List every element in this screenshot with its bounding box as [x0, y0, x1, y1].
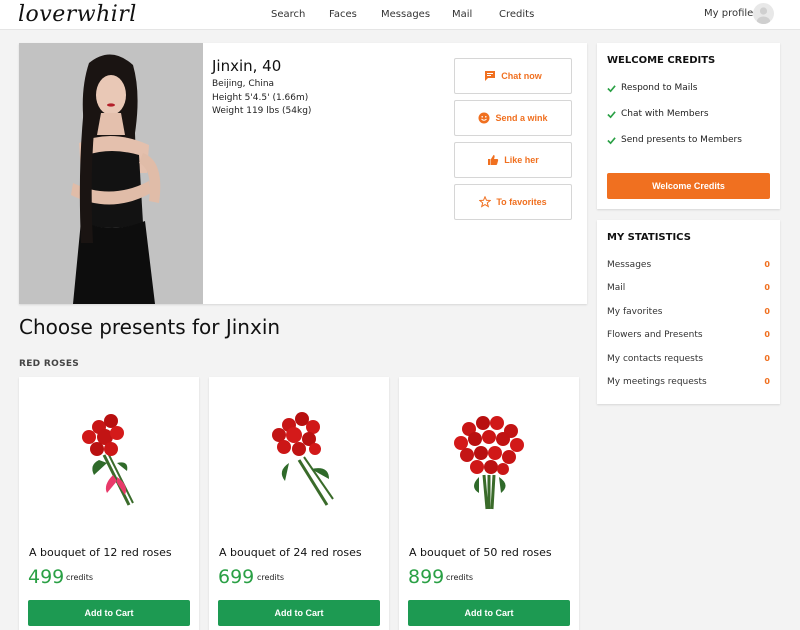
to-favorites-label: To favorites — [496, 197, 547, 207]
nav-messages[interactable]: Messages — [381, 9, 430, 20]
star-icon — [479, 196, 492, 208]
welcome-credits-title: WELCOME CREDITS — [607, 55, 716, 66]
rose-bouquet-image[interactable] — [439, 405, 539, 515]
add-to-cart-button[interactable]: Add to Cart — [28, 600, 190, 626]
check-icon — [607, 136, 616, 144]
stat-row-messages[interactable]: Messages 0 — [607, 260, 770, 270]
stat-label: My contacts requests — [607, 354, 704, 364]
welcome-credits-button[interactable]: Welcome Credits — [607, 173, 770, 199]
welcome-item: Respond to Mails — [607, 83, 697, 93]
to-favorites-button[interactable]: To favorites — [454, 184, 572, 220]
welcome-item-label: Chat with Members — [621, 109, 709, 119]
stat-row-meetings-requests[interactable]: My meetings requests 0 — [607, 377, 770, 387]
nav-credits[interactable]: Credits — [499, 9, 534, 20]
welcome-item: Chat with Members — [607, 109, 709, 119]
stat-value: 0 — [764, 377, 770, 386]
profile-card: Jinxin, 40 Beijing, China Height 5'4.5' … — [19, 43, 587, 304]
product-price: 699 — [218, 566, 255, 588]
stat-row-flowers-presents[interactable]: Flowers and Presents 0 — [607, 330, 770, 340]
stat-row-contacts-requests[interactable]: My contacts requests 0 — [607, 354, 770, 364]
stat-value: 0 — [764, 283, 770, 292]
thumbs-up-icon — [487, 154, 499, 166]
stat-label: Mail — [607, 283, 626, 293]
product-card: A bouquet of 12 red roses 499 credits Ad… — [19, 377, 199, 630]
my-profile-link[interactable]: My profile — [704, 8, 753, 19]
chat-now-label: Chat now — [501, 71, 542, 81]
profile-photo[interactable] — [19, 43, 203, 304]
product-title: A bouquet of 24 red roses — [219, 546, 362, 559]
stat-label: My meetings requests — [607, 377, 707, 387]
welcome-item-label: Respond to Mails — [621, 83, 698, 93]
profile-height: Height 5'4.5' (1.66m) — [212, 93, 309, 103]
check-icon — [607, 84, 616, 92]
add-to-cart-button[interactable]: Add to Cart — [408, 600, 570, 626]
rose-bouquet-image[interactable] — [59, 405, 159, 515]
chat-now-button[interactable]: Chat now — [454, 58, 572, 94]
site-logo[interactable]: loverwhirl — [18, 2, 137, 27]
stat-row-favorites[interactable]: My favorites 0 — [607, 307, 770, 317]
welcome-item: Send presents to Members — [607, 135, 742, 145]
product-title: A bouquet of 12 red roses — [29, 546, 172, 559]
stat-row-mail[interactable]: Mail 0 — [607, 283, 770, 293]
stat-label: Flowers and Presents — [607, 330, 703, 340]
add-to-cart-button[interactable]: Add to Cart — [218, 600, 380, 626]
nav-mail[interactable]: Mail — [452, 9, 472, 20]
welcome-item-label: Send presents to Members — [621, 135, 742, 145]
product-card: A bouquet of 24 red roses 699 credits Ad… — [209, 377, 389, 630]
rose-bouquet-image[interactable] — [249, 405, 349, 515]
send-wink-label: Send a wink — [495, 113, 548, 123]
my-statistics-title: MY STATISTICS — [607, 232, 691, 243]
smile-icon — [478, 112, 490, 124]
red-roses-section-label: RED ROSES — [19, 359, 80, 369]
welcome-credits-card: WELCOME CREDITS Respond to Mails Chat wi… — [597, 43, 780, 209]
nav-search[interactable]: Search — [271, 9, 305, 20]
credits-label: credits — [257, 573, 285, 582]
nav-faces[interactable]: Faces — [329, 9, 357, 20]
profile-name-age: Jinxin, 40 — [212, 57, 282, 75]
stat-value: 0 — [764, 260, 770, 269]
presents-heading: Choose presents for Jinxin — [19, 315, 281, 339]
stat-value: 0 — [764, 330, 770, 339]
stat-value: 0 — [764, 307, 770, 316]
profile-weight: Weight 119 lbs (54kg) — [212, 106, 312, 116]
stat-label: My favorites — [607, 307, 663, 317]
stat-label: Messages — [607, 260, 652, 270]
like-her-label: Like her — [504, 155, 539, 165]
product-card: A bouquet of 50 red roses 899 credits Ad… — [399, 377, 579, 630]
user-avatar-icon[interactable] — [753, 3, 774, 24]
check-icon — [607, 110, 616, 118]
send-wink-button[interactable]: Send a wink — [454, 100, 572, 136]
product-price: 899 — [408, 566, 445, 588]
stat-value: 0 — [764, 354, 770, 363]
chat-icon — [484, 70, 496, 82]
product-price: 499 — [28, 566, 65, 588]
like-her-button[interactable]: Like her — [454, 142, 572, 178]
top-navbar: loverwhirl Search Faces Messages Mail Cr… — [0, 0, 800, 30]
profile-location: Beijing, China — [212, 79, 275, 89]
credits-label: credits — [446, 573, 474, 582]
product-title: A bouquet of 50 red roses — [409, 546, 552, 559]
my-statistics-card: MY STATISTICS Messages 0 Mail 0 My favor… — [597, 220, 780, 404]
credits-label: credits — [66, 573, 94, 582]
